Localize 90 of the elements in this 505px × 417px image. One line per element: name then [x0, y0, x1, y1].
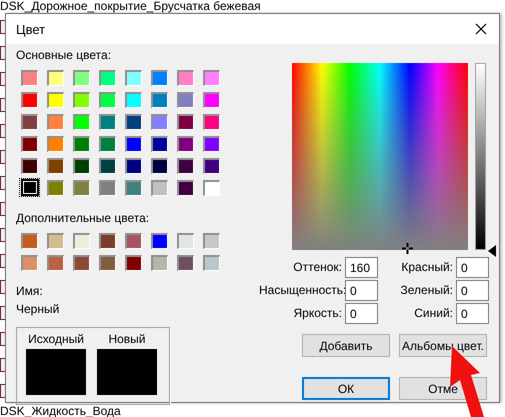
slider-pointer-icon[interactable] — [488, 245, 496, 257]
color-swatch[interactable] — [203, 114, 220, 130]
color-swatch[interactable] — [177, 70, 194, 86]
color-swatch[interactable] — [47, 180, 64, 196]
color-swatch[interactable] — [20, 179, 38, 196]
field-label: Яркость: — [292, 305, 343, 322]
color-swatch[interactable] — [177, 92, 194, 108]
color-swatch[interactable] — [203, 180, 220, 196]
color-swatch[interactable] — [177, 114, 194, 130]
color-swatch[interactable] — [47, 158, 64, 174]
dialog-button[interactable]: Добавить — [302, 334, 390, 357]
field-label: Оттенок: — [292, 259, 343, 276]
color-swatch[interactable] — [73, 232, 90, 248]
color-swatch[interactable] — [203, 70, 220, 86]
color-swatch[interactable] — [203, 232, 220, 248]
field-label: Синий: — [413, 305, 454, 322]
color-swatch[interactable] — [21, 114, 38, 130]
color-swatch[interactable] — [73, 92, 90, 108]
color-swatch[interactable] — [47, 92, 64, 108]
color-swatch[interactable] — [177, 232, 194, 248]
color-name: Черный — [16, 302, 60, 316]
number-field[interactable]: 0 — [345, 280, 378, 301]
preview-label: Новый — [108, 332, 146, 346]
color-swatch[interactable] — [73, 114, 90, 130]
number-field[interactable]: 0 — [345, 303, 378, 324]
color-swatch[interactable] — [177, 136, 194, 152]
color-swatch[interactable] — [151, 232, 168, 248]
color-swatch[interactable] — [47, 136, 64, 152]
color-swatch[interactable] — [125, 254, 142, 270]
color-swatch[interactable] — [21, 136, 38, 152]
close-icon[interactable] — [475, 23, 487, 35]
color-swatch[interactable] — [151, 180, 168, 196]
color-swatch[interactable] — [73, 254, 90, 270]
color-swatch[interactable] — [177, 158, 194, 174]
color-swatch[interactable] — [151, 114, 168, 130]
color-swatch[interactable] — [47, 254, 64, 270]
color-swatch[interactable] — [21, 158, 38, 174]
color-swatch[interactable] — [99, 136, 116, 152]
color-swatch[interactable] — [125, 158, 142, 174]
color-swatch[interactable] — [73, 180, 90, 196]
number-field[interactable]: 0 — [456, 257, 489, 278]
number-field[interactable]: 0 — [456, 280, 489, 301]
file-name: DSK_Дорожное_покрытие_Брусчатка бежевая — [0, 0, 261, 12]
color-swatch[interactable] — [203, 254, 220, 270]
color-swatch[interactable] — [125, 70, 142, 86]
color-swatch[interactable] — [125, 92, 142, 108]
color-swatch[interactable] — [21, 70, 38, 86]
color-swatch[interactable] — [151, 92, 168, 108]
section-label: Основные цвета: — [16, 48, 112, 62]
color-swatch[interactable] — [99, 232, 116, 248]
color-swatch[interactable] — [125, 114, 142, 130]
window-title: Цвет — [16, 22, 46, 36]
color-swatch[interactable] — [125, 136, 142, 152]
field-label: Зеленый: — [400, 282, 454, 299]
color-swatch[interactable] — [21, 254, 38, 270]
color-swatch[interactable] — [99, 114, 116, 130]
color-swatch[interactable] — [125, 180, 142, 196]
crosshair-icon — [402, 243, 413, 254]
color-swatch[interactable] — [73, 158, 90, 174]
color-swatch[interactable] — [73, 70, 90, 86]
color-swatch[interactable] — [203, 92, 220, 108]
section-label: Дополнительные цвета: — [16, 211, 150, 225]
name-label: Имя: — [16, 284, 43, 298]
color-swatch[interactable] — [151, 70, 168, 86]
color-swatch[interactable] — [47, 114, 64, 130]
color-swatch[interactable] — [177, 180, 194, 196]
number-field[interactable]: 0 — [456, 303, 489, 324]
color-swatch[interactable] — [125, 232, 142, 248]
color-swatch[interactable] — [203, 158, 220, 174]
color-swatch[interactable] — [99, 158, 116, 174]
dialog-button[interactable]: Альбомы цвет. — [399, 334, 487, 357]
color-swatch[interactable] — [21, 92, 38, 108]
color-swatch[interactable] — [47, 232, 64, 248]
color-swatch[interactable] — [99, 254, 116, 270]
field-label: Красный: — [400, 259, 454, 276]
color-swatch[interactable] — [21, 232, 38, 248]
color-swatch[interactable] — [151, 136, 168, 152]
color-swatch[interactable] — [73, 136, 90, 152]
color-swatch[interactable] — [177, 254, 194, 270]
color-swatch[interactable] — [151, 254, 168, 270]
color-swatch[interactable] — [203, 136, 220, 152]
number-field[interactable]: 160 — [345, 257, 378, 278]
color-swatch[interactable] — [99, 70, 116, 86]
field-label: Насыщенность: — [259, 282, 345, 299]
preview-label: Исходный — [28, 332, 84, 346]
color-swatch[interactable] — [47, 70, 64, 86]
color-swatch[interactable] — [151, 158, 168, 174]
color-swatch[interactable] — [99, 180, 116, 196]
dialog-button[interactable]: ОК — [302, 377, 390, 400]
color-swatch[interactable] — [99, 92, 116, 108]
